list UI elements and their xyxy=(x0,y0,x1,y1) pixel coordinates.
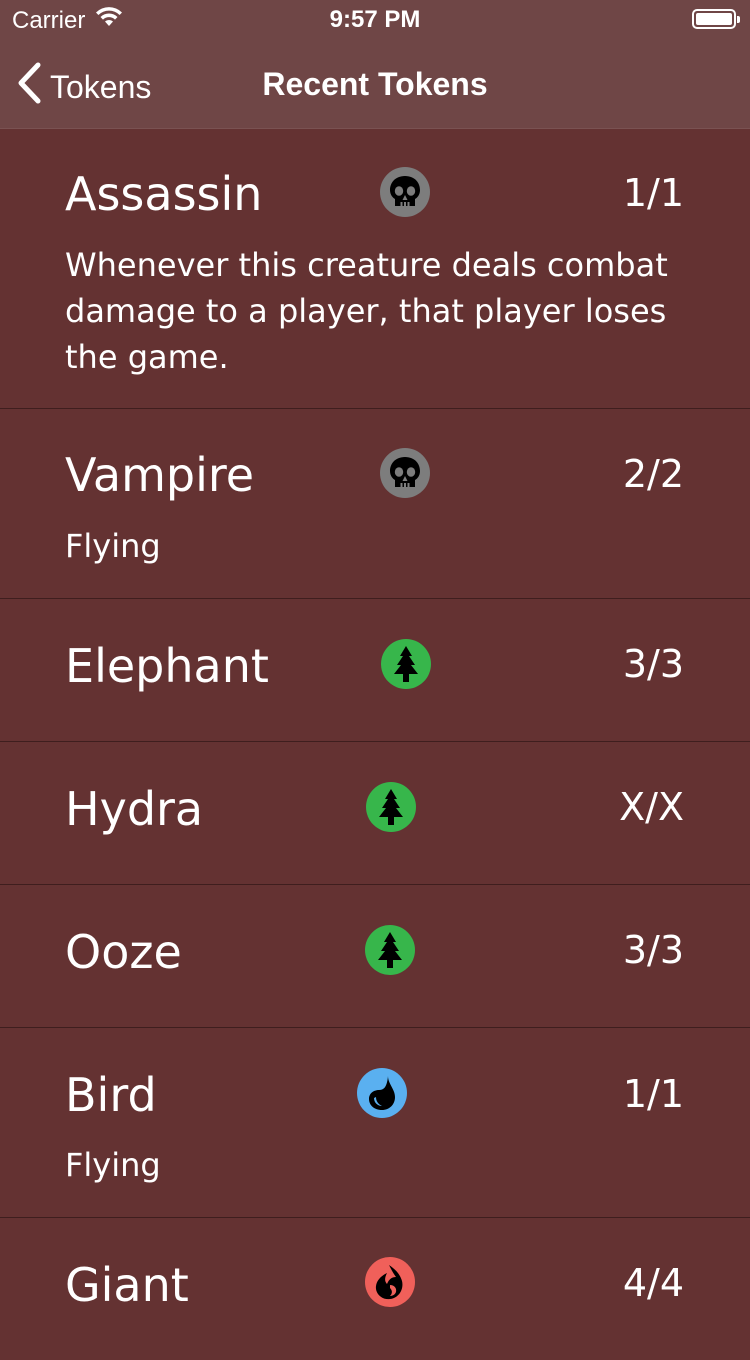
top-bar: Carrier 9:57 PM Tokens Recent Tokens xyxy=(0,0,750,129)
token-stats: 3/3 xyxy=(622,928,684,972)
token-stats: 3/3 xyxy=(622,642,684,686)
token-stats: 4/4 xyxy=(622,1261,684,1305)
token-ability: Flying xyxy=(65,527,161,565)
token-list: Assassin 1/1 Whenever this creature deal… xyxy=(0,129,750,1360)
token-row-hydra[interactable]: Hydra X/X xyxy=(0,742,750,885)
tree-icon xyxy=(381,639,431,689)
tree-icon xyxy=(365,925,415,975)
token-name: Bird xyxy=(65,1068,157,1122)
token-name: Giant xyxy=(65,1258,189,1312)
token-ability: Flying xyxy=(65,1146,161,1184)
token-row-bird[interactable]: Bird 1/1 Flying xyxy=(0,1028,750,1218)
token-stats: 1/1 xyxy=(622,171,684,215)
token-name: Hydra xyxy=(65,782,204,836)
token-row-giant[interactable]: Giant 4/4 xyxy=(0,1218,750,1360)
tree-icon xyxy=(366,782,416,832)
token-row-vampire[interactable]: Vampire 2/2 Flying xyxy=(0,409,750,599)
token-stats: 1/1 xyxy=(622,1072,684,1116)
skull-icon xyxy=(380,167,430,217)
token-row-assassin[interactable]: Assassin 1/1 Whenever this creature deal… xyxy=(0,129,750,409)
skull-icon xyxy=(380,448,430,498)
token-name: Ooze xyxy=(65,925,182,979)
status-time: 9:57 PM xyxy=(329,6,421,33)
token-name: Elephant xyxy=(65,639,269,693)
token-name: Vampire xyxy=(65,448,255,502)
page-title: Recent Tokens xyxy=(262,66,488,102)
fire-icon xyxy=(365,1257,415,1307)
token-name: Assassin xyxy=(65,167,263,221)
token-ability: Whenever this creature deals combat dama… xyxy=(65,246,668,376)
token-row-ooze[interactable]: Ooze 3/3 xyxy=(0,885,750,1028)
battery-icon xyxy=(692,9,740,29)
token-row-elephant[interactable]: Elephant 3/3 xyxy=(0,599,750,742)
navigation-bar: Tokens Recent Tokens xyxy=(0,40,750,128)
water-drop-icon xyxy=(357,1068,407,1118)
token-stats: 2/2 xyxy=(622,452,684,496)
status-bar: Carrier 9:57 PM xyxy=(0,0,750,40)
token-stats: X/X xyxy=(619,785,684,829)
